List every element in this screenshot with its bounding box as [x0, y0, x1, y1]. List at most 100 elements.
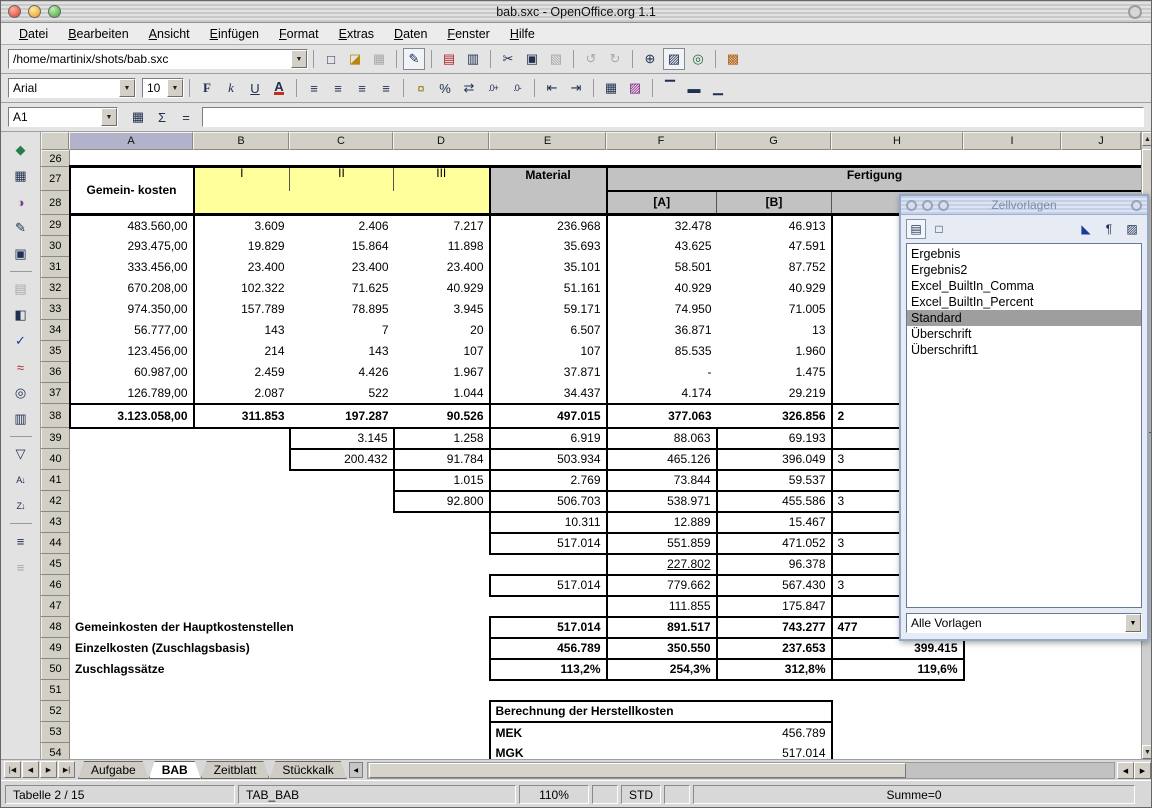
gallery-icon[interactable]: ▩: [722, 48, 744, 70]
cell-B42[interactable]: [194, 491, 290, 512]
ungroup-icon[interactable]: ≡: [9, 555, 33, 579]
cell-D29[interactable]: 7.217: [394, 215, 490, 236]
cell-A27[interactable]: Gemein- kosten: [70, 167, 194, 215]
cell-A35[interactable]: 123.456,00: [70, 341, 194, 362]
column-header-I[interactable]: I: [963, 132, 1061, 150]
cell-G44[interactable]: 471.052: [717, 533, 832, 554]
fill-format-icon[interactable]: ◣: [1076, 219, 1096, 239]
cell-C29[interactable]: 2.406: [290, 215, 394, 236]
cell-B36[interactable]: 2.459: [194, 362, 290, 383]
select-all-corner[interactable]: [41, 132, 69, 150]
cell-D35[interactable]: 107: [394, 341, 490, 362]
align-center-icon[interactable]: ≡: [327, 77, 349, 99]
cell-F34[interactable]: 36.871: [607, 320, 717, 341]
cell-C53[interactable]: [290, 722, 394, 743]
new-document-icon[interactable]: □: [320, 48, 342, 70]
column-header-D[interactable]: D: [393, 132, 489, 150]
row-header-35[interactable]: 35: [42, 341, 70, 362]
cell-J52[interactable]: [1062, 701, 1142, 722]
row-header-33[interactable]: 33: [42, 299, 70, 320]
cell-F41[interactable]: 73.844: [607, 470, 717, 491]
cell-F31[interactable]: 58.501: [607, 257, 717, 278]
cell-B40[interactable]: [194, 449, 290, 470]
status-zoom-level[interactable]: 110%: [519, 785, 589, 804]
cell-A46[interactable]: [70, 575, 194, 596]
form-controls-icon[interactable]: ▣: [9, 242, 33, 266]
cell-C40[interactable]: 200.432: [290, 449, 394, 470]
cell-F32[interactable]: 40.929: [607, 278, 717, 299]
stylist-icon[interactable]: ▨: [663, 48, 685, 70]
panel-minimize-icon[interactable]: [922, 200, 933, 211]
cell-C35[interactable]: 143: [290, 341, 394, 362]
cell-E36[interactable]: 37.871: [490, 362, 607, 383]
cell-A30[interactable]: 293.475,00: [70, 236, 194, 257]
cell-F30[interactable]: 43.625: [607, 236, 717, 257]
row-header-54[interactable]: 54: [42, 743, 70, 760]
cell-D33[interactable]: 3.945: [394, 299, 490, 320]
cell-A38[interactable]: 3.123.058,00: [70, 404, 194, 428]
cell-C44[interactable]: [290, 533, 394, 554]
row-header-45[interactable]: 45: [42, 554, 70, 575]
cell-F28[interactable]: [A]: [607, 191, 717, 215]
redo-icon[interactable]: ↻: [604, 48, 626, 70]
cell-G48[interactable]: 743.277: [717, 617, 832, 638]
cell-B35[interactable]: 214: [194, 341, 290, 362]
status-page-style[interactable]: TAB_BAB: [238, 785, 516, 804]
cell-D31[interactable]: 23.400: [394, 257, 490, 278]
sheet-tab-aufgabe[interactable]: Aufgabe: [78, 761, 149, 779]
cell-A31[interactable]: 333.456,00: [70, 257, 194, 278]
cell-G28[interactable]: [B]: [717, 191, 832, 215]
cell-A33[interactable]: 974.350,00: [70, 299, 194, 320]
cell-B44[interactable]: [194, 533, 290, 554]
horizontal-scrollbar-thumb[interactable]: [369, 763, 906, 778]
cell-E29[interactable]: 236.968: [490, 215, 607, 236]
edit-mode-icon[interactable]: ✎: [403, 48, 425, 70]
cell-G38[interactable]: 326.856: [717, 404, 832, 428]
cell-E50[interactable]: 113,2%: [490, 659, 607, 680]
row-header-36[interactable]: 36: [42, 362, 70, 383]
row-header-38[interactable]: 38: [42, 404, 70, 428]
menu-ansicht[interactable]: Ansicht: [139, 25, 200, 43]
style-item-excel_builtin_percent[interactable]: Excel_BuiltIn_Percent: [907, 294, 1141, 310]
menu-datei[interactable]: Datei: [9, 25, 58, 43]
cell-E39[interactable]: 6.919: [490, 428, 607, 449]
cell-A39[interactable]: [70, 428, 194, 449]
cell-F44[interactable]: 551.859: [607, 533, 717, 554]
sheet-tab-bab[interactable]: BAB: [149, 761, 201, 779]
url-dropdown-button[interactable]: ▼: [291, 50, 307, 68]
align-center-vertical-icon[interactable]: ▬: [683, 77, 705, 99]
row-header-34[interactable]: 34: [42, 320, 70, 341]
cell-G42[interactable]: 455.586: [717, 491, 832, 512]
cell-F43[interactable]: 12.889: [607, 512, 717, 533]
row-header-39[interactable]: 39: [42, 428, 70, 449]
column-header-A[interactable]: A: [69, 132, 193, 150]
cell-H52[interactable]: [832, 701, 964, 722]
row-header-50[interactable]: 50: [42, 659, 70, 680]
function-wizard-icon[interactable]: ▦: [127, 106, 149, 128]
column-header-F[interactable]: F: [606, 132, 716, 150]
cell-E33[interactable]: 59.171: [490, 299, 607, 320]
cell-F26[interactable]: [607, 151, 717, 167]
cell-A42[interactable]: [70, 491, 194, 512]
style-item-standard[interactable]: Standard: [907, 310, 1141, 326]
cell-J51[interactable]: [1062, 680, 1142, 701]
cell-G37[interactable]: 29.219: [717, 383, 832, 404]
autofilter-icon[interactable]: ▽: [9, 442, 33, 466]
borders-icon[interactable]: ▦: [600, 77, 622, 99]
row-header-28[interactable]: 28: [42, 191, 70, 215]
scroll-left-icon[interactable]: ◀: [1117, 762, 1134, 779]
row-header-43[interactable]: 43: [42, 512, 70, 533]
cell-F39[interactable]: 88.063: [607, 428, 717, 449]
cell-C26[interactable]: [290, 151, 394, 167]
style-filter-dropdown-button[interactable]: ▼: [1125, 614, 1141, 632]
cell-G29[interactable]: 46.913: [717, 215, 832, 236]
panel-maximize-icon[interactable]: [938, 200, 949, 211]
undo-icon[interactable]: ↺: [580, 48, 602, 70]
style-item-überschrift1[interactable]: Überschrift1: [907, 342, 1141, 358]
cell-A48[interactable]: Gemeinkosten der Hauptkostenstellen: [70, 617, 490, 638]
navigator-icon[interactable]: ⊕: [639, 48, 661, 70]
font-color-icon[interactable]: A: [268, 77, 290, 99]
menu-hilfe[interactable]: Hilfe: [500, 25, 545, 43]
cell-I51[interactable]: [964, 680, 1062, 701]
cell-F48[interactable]: 891.517: [607, 617, 717, 638]
